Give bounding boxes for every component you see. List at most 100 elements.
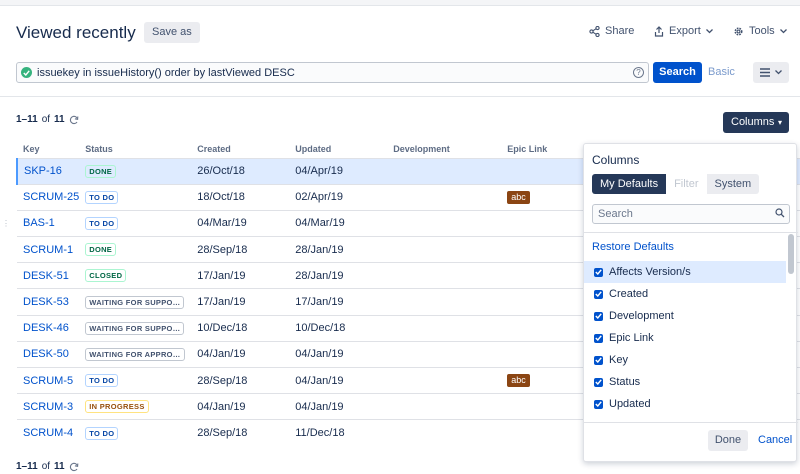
- checkbox-checked-icon[interactable]: [594, 289, 603, 299]
- checkbox-checked-icon[interactable]: [594, 377, 603, 387]
- status-cell: WAITING FOR APPRO…: [79, 340, 192, 368]
- issue-key-link[interactable]: DESK-50: [23, 348, 69, 360]
- column-option[interactable]: Epic Link: [584, 327, 786, 349]
- checkbox-checked-icon[interactable]: [594, 311, 603, 321]
- checkbox-checked-icon[interactable]: [594, 333, 603, 343]
- issue-key-link[interactable]: DESK-51: [23, 270, 69, 282]
- status-cell: TO DO: [79, 183, 192, 211]
- issue-key-link[interactable]: SCRUM-1: [23, 244, 73, 256]
- column-option[interactable]: Key: [584, 349, 786, 371]
- created-cell: 17/Jan/19: [191, 262, 290, 289]
- development-cell: [387, 157, 502, 185]
- jql-search-input[interactable]: issuekey in issueHistory() order by last…: [16, 62, 649, 83]
- issue-key-link[interactable]: SCRUM-5: [23, 375, 73, 387]
- issue-key-link[interactable]: SCRUM-3: [23, 401, 73, 413]
- col-header-development[interactable]: Development: [387, 140, 501, 158]
- share-button[interactable]: Share: [589, 25, 634, 37]
- issue-key-link[interactable]: DESK-53: [23, 296, 69, 308]
- issue-key-link[interactable]: DESK-46: [23, 322, 69, 334]
- issue-key-link[interactable]: BAS-1: [23, 217, 55, 229]
- column-option[interactable]: Updated: [584, 393, 786, 415]
- status-cell: DONE: [79, 157, 192, 185]
- created-cell: 04/Jan/19: [191, 340, 290, 368]
- col-header-status[interactable]: Status: [79, 140, 191, 158]
- tools-button[interactable]: Tools: [733, 25, 787, 37]
- column-option-label: Development: [609, 310, 674, 322]
- save-as-button[interactable]: Save as: [144, 22, 200, 43]
- development-cell: [387, 236, 502, 263]
- pagination-range: 1–11: [16, 114, 38, 125]
- tab-my-defaults[interactable]: My Defaults: [592, 174, 667, 194]
- export-label: Export: [669, 25, 701, 37]
- export-button[interactable]: Export: [654, 25, 713, 37]
- status-cell: IN PROGRESS: [79, 393, 192, 420]
- issue-key-cell: BAS-1: [17, 209, 80, 237]
- checkbox-checked-icon[interactable]: [594, 399, 603, 409]
- status-badge: CLOSED: [85, 269, 127, 283]
- columns-list-scrollbar[interactable]: [788, 234, 794, 274]
- status-badge: TO DO: [85, 426, 119, 440]
- development-cell: [387, 419, 502, 447]
- tools-label: Tools: [749, 25, 775, 37]
- updated-cell: 04/Mar/19: [289, 209, 388, 237]
- issue-key-link[interactable]: SKP-16: [24, 165, 62, 177]
- updated-cell: 04/Jan/19: [289, 393, 388, 420]
- updated-cell: 04/Apr/19: [289, 157, 388, 185]
- development-cell: [387, 262, 502, 289]
- list-icon: [760, 68, 770, 77]
- epic-badge[interactable]: abc: [507, 190, 530, 204]
- basic-link[interactable]: Basic: [708, 66, 735, 78]
- status-badge: IN PROGRESS: [85, 400, 149, 414]
- issue-key-cell: SCRUM-3: [17, 393, 80, 420]
- column-option[interactable]: Development: [584, 305, 786, 327]
- issue-key-cell: SCRUM-5: [17, 366, 80, 394]
- status-badge: WAITING FOR APPRO…: [85, 347, 185, 361]
- epic-badge[interactable]: abc: [507, 374, 530, 388]
- checkbox-checked-icon[interactable]: [594, 267, 603, 277]
- search-button[interactable]: Search: [653, 62, 702, 83]
- help-icon[interactable]: ?: [633, 67, 644, 78]
- status-badge: TO DO: [85, 374, 119, 388]
- issue-key-cell: SCRUM-25: [17, 183, 80, 211]
- pagination-top: 1–11 of 11: [16, 114, 79, 125]
- created-cell: 28/Sep/18: [191, 366, 290, 394]
- layout-menu-button[interactable]: [753, 62, 789, 83]
- refresh-icon[interactable]: [69, 462, 79, 472]
- chevron-down-icon: ▾: [777, 118, 782, 127]
- columns-button-label: Columns: [731, 116, 775, 128]
- column-option-label: Created: [609, 288, 649, 300]
- development-cell: [387, 288, 502, 316]
- col-header-created[interactable]: Created: [191, 140, 289, 158]
- column-option[interactable]: Affects Version/s: [584, 261, 786, 283]
- cancel-link[interactable]: Cancel: [758, 434, 792, 446]
- pagination-range: 1–11: [16, 461, 38, 472]
- development-cell: [387, 314, 502, 342]
- status-badge: WAITING FOR SUPPO…: [85, 295, 185, 309]
- tab-system[interactable]: System: [706, 174, 760, 194]
- drag-handle[interactable]: ⋮: [2, 220, 10, 228]
- issue-key-cell: DESK-46: [17, 314, 80, 342]
- columns-button[interactable]: Columns ▾: [723, 112, 789, 133]
- refresh-icon[interactable]: [69, 115, 79, 125]
- updated-cell: 10/Dec/18: [289, 314, 388, 342]
- updated-cell: 17/Jan/19: [289, 288, 388, 316]
- status-cell: WAITING FOR SUPPO…: [79, 288, 192, 316]
- updated-cell: 02/Apr/19: [289, 183, 388, 211]
- col-header-updated[interactable]: Updated: [289, 140, 387, 158]
- col-header-key[interactable]: Key: [17, 140, 79, 158]
- created-cell: 10/Dec/18: [191, 314, 290, 342]
- columns-search-input[interactable]: Search: [592, 204, 790, 224]
- columns-search-placeholder: Search: [598, 208, 633, 220]
- done-button[interactable]: Done: [708, 430, 748, 451]
- checkbox-checked-icon[interactable]: [594, 355, 603, 365]
- chevron-down-icon: [775, 70, 782, 75]
- jql-query-text: issuekey in issueHistory() order by last…: [37, 66, 295, 79]
- column-option[interactable]: Status: [584, 371, 786, 393]
- column-option[interactable]: Created: [584, 283, 786, 305]
- updated-cell: 11/Dec/18: [289, 419, 388, 447]
- columns-panel-title: Columns: [592, 153, 640, 167]
- issue-key-link[interactable]: SCRUM-25: [23, 191, 79, 203]
- divider: [584, 232, 798, 233]
- issue-key-link[interactable]: SCRUM-4: [23, 427, 73, 439]
- restore-defaults-link[interactable]: Restore Defaults: [592, 241, 674, 253]
